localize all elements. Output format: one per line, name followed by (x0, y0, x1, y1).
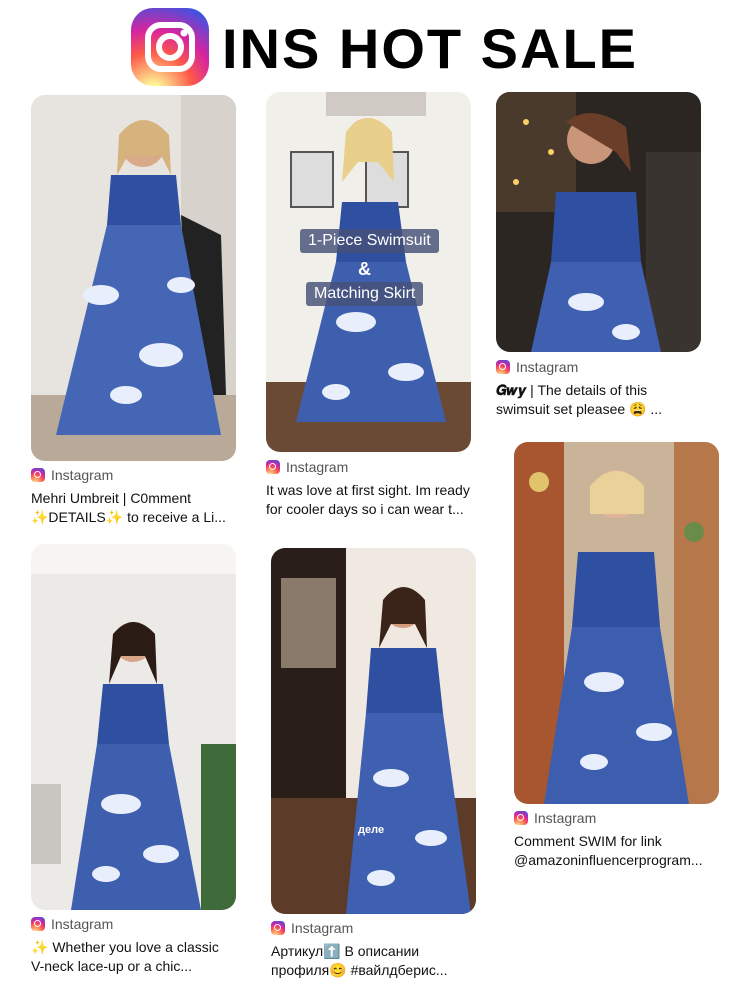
instagram-logo-icon (131, 8, 209, 86)
pin-card[interactable]: Instagram Comment SWIM for link @amazoni… (514, 442, 729, 882)
pin-caption: Mehri Umbreit | C0mment ✨DETAILS✨ to rec… (31, 490, 226, 525)
video-overlay-text: & (358, 259, 371, 279)
source-label: Instagram (271, 919, 353, 937)
instagram-icon (514, 811, 528, 825)
instagram-icon (31, 468, 45, 482)
pin-caption: Comment SWIM for link @amazoninfluencerp… (514, 833, 703, 868)
pin-caption: It was love at first sight. Im ready for… (266, 482, 470, 517)
pin-caption: 𝑮𝒘𝒚 | The details of this swimsuit set p… (496, 382, 663, 417)
instagram-icon (496, 360, 510, 374)
pin-card[interactable]: Instagram 𝑮𝒘𝒚 | The details of this swim… (496, 92, 710, 422)
pin-card[interactable]: 1-Piece Swimsuit & Matching Skirt Instag… (266, 92, 476, 522)
pin-card[interactable]: Instagram Mehri Umbreit | C0mment ✨DETAI… (31, 95, 241, 535)
pin-image[interactable] (496, 92, 701, 352)
source-label: Instagram (496, 358, 578, 376)
source-label: Instagram (31, 915, 113, 933)
pin-image[interactable]: 1-Piece Swimsuit & Matching Skirt (266, 92, 471, 452)
page-title: INS HOT SALE (222, 17, 639, 80)
pin-caption: ✨ Whether you love a classic V-neck lace… (31, 939, 219, 974)
pin-image[interactable]: деле (271, 548, 476, 914)
video-overlay-text: деле (358, 824, 385, 836)
instagram-icon (266, 460, 280, 474)
pin-card[interactable]: Instagram ✨ Whether you love a classic V… (31, 544, 241, 984)
pin-image[interactable] (31, 544, 236, 910)
source-label: Instagram (514, 809, 596, 827)
pin-image[interactable] (31, 95, 236, 461)
source-label: Instagram (266, 458, 348, 476)
pin-caption: Артикул⬆️ В описании профиля😊 #вайлдбери… (271, 943, 448, 978)
pin-card[interactable]: деле Instagram Артикул⬆️ В описании проф… (271, 548, 481, 988)
video-overlay-text: 1-Piece Swimsuit (300, 229, 439, 253)
pin-image[interactable] (514, 442, 719, 804)
instagram-icon (271, 921, 285, 935)
video-overlay-text: Matching Skirt (306, 282, 424, 306)
page-header: INS HOT SALE (0, 0, 750, 92)
author-name: 𝑮𝒘𝒚 (496, 382, 527, 398)
source-label: Instagram (31, 466, 113, 484)
instagram-icon (31, 917, 45, 931)
